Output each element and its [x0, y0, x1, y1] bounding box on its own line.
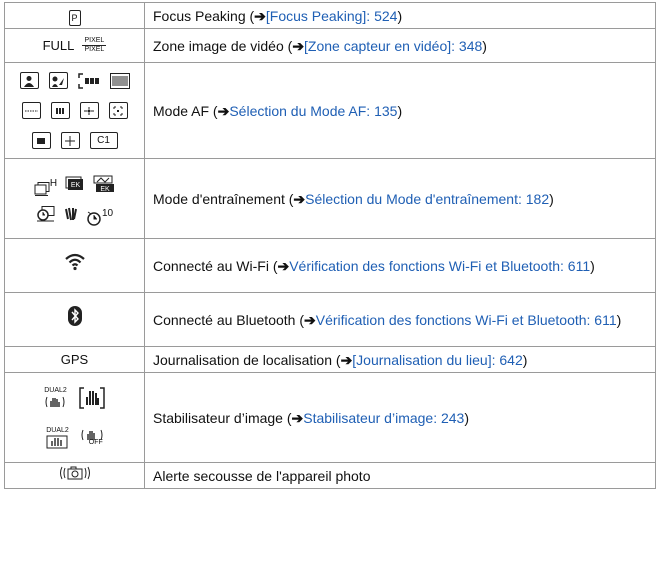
reference-link[interactable]: [Journalisation du lieu]: 642 [352, 352, 522, 368]
row-text: Mode d'entraînement ( [153, 190, 294, 207]
arrow-icon: ➔ [292, 37, 305, 54]
row-text: Stabilisateur d’image ( [153, 409, 292, 426]
table-row: Connecté au Wi-Fi (➔Vérification des fon… [4, 238, 656, 293]
225-area-icon [109, 72, 130, 89]
dual2-stabilizer-alt-icon: DUAL2 [46, 427, 69, 449]
table-row: Connecté au Bluetooth (➔Vérification des… [4, 292, 656, 347]
reference-link[interactable]: Sélection du Mode AF: 135 [229, 103, 397, 119]
description-cell: Connecté au Wi-Fi (➔Vérification des fon… [144, 238, 656, 293]
icon-cell [4, 462, 145, 489]
shake-alert-icon [59, 465, 91, 481]
table-row: C1 Mode AF (➔Sélection du Mode AF: 135) [4, 62, 656, 159]
focus-peaking-icon: P [68, 9, 81, 26]
dual2-stabilizer-icon: DUAL2 [44, 387, 67, 409]
burst-h-icon: H [34, 172, 57, 196]
full-icon: FULL [42, 37, 75, 53]
icon-reference-table: P Focus Peaking (➔[Focus Peaking]: 524) … [4, 2, 656, 489]
table-row: DUAL2 DUAL2 OFF Stabilisateur d’image (➔… [4, 372, 656, 463]
icon-cell: FULL PIXEL PIXEL [4, 28, 145, 63]
reference-link[interactable]: Vérification des fonctions Wi-Fi et Blue… [316, 312, 617, 328]
description-cell: Stabilisateur d’image (➔Stabilisateur d’… [144, 372, 656, 463]
icon-cell: C1 [4, 62, 145, 159]
arrow-icon: ➔ [254, 7, 266, 24]
description-cell: Focus Peaking (➔[Focus Peaking]: 524) [144, 2, 656, 29]
bluetooth-icon [67, 306, 82, 326]
tracking-icon [77, 72, 100, 89]
description-cell: Mode d'entraînement (➔Sélection du Mode … [144, 158, 656, 239]
pinpoint-icon [60, 132, 80, 149]
row-text: Zone image de vidéo ( [153, 37, 293, 54]
row-text-tail: ) [522, 351, 528, 368]
6k-photo-icon: EK [65, 176, 85, 192]
row-text-tail: ) [397, 102, 403, 119]
table-row: FULL PIXEL PIXEL Zone image de vidéo (➔[… [4, 28, 656, 63]
arrow-icon: ➔ [340, 351, 353, 368]
post-focus-icon: EK [93, 175, 115, 193]
icon-cell: DUAL2 DUAL2 OFF [4, 372, 145, 463]
description-cell: Connecté au Bluetooth (➔Vérification des… [144, 292, 656, 347]
row-text-tail: ) [616, 311, 622, 328]
row-text: Focus Peaking ( [153, 7, 255, 24]
silent-mode-icon [64, 207, 78, 221]
pixel-pixel-icon: PIXEL PIXEL [82, 37, 107, 54]
arrow-icon: ➔ [304, 311, 316, 328]
reference-link[interactable]: Stabilisateur d’image: 243 [303, 410, 464, 426]
gps-icon: GPS [60, 352, 89, 367]
face-eye-detection-icon [19, 72, 39, 89]
arrow-icon: ➔ [217, 102, 230, 119]
table-row: Alerte secousse de l'appareil photo [4, 462, 656, 489]
svg-text:EK: EK [71, 182, 81, 189]
row-text: Alerte secousse de l'appareil photo [153, 467, 371, 484]
reference-link[interactable]: [Zone capteur en vidéo]: 348 [304, 38, 482, 54]
wifi-icon [64, 253, 85, 271]
description-cell: Zone image de vidéo (➔[Zone capteur en v… [144, 28, 656, 63]
icon-cell: P [4, 2, 145, 29]
icon-cell: H EK EK 10 [4, 158, 145, 239]
reference-link[interactable]: Vérification des fonctions Wi-Fi et Blue… [289, 258, 590, 274]
reference-link[interactable]: Sélection du Mode d'entraînement: 182 [305, 191, 549, 207]
self-timer-burst-icon [36, 205, 56, 222]
arrow-icon: ➔ [293, 190, 306, 207]
arrow-icon: ➔ [291, 409, 304, 426]
table-row: P Focus Peaking (➔[Focus Peaking]: 524) [4, 2, 656, 29]
animal-detection-icon [48, 72, 68, 89]
icon-cell: GPS [4, 346, 145, 373]
description-cell: Journalisation de localisation (➔[Journa… [144, 346, 656, 373]
table-row: GPS Journalisation de localisation (➔[Jo… [4, 346, 656, 373]
1-area-plus-icon [108, 102, 128, 119]
icon-cell [4, 238, 145, 293]
self-timer-10-icon: 10 [86, 202, 113, 226]
zone-horizontal-icon [21, 102, 41, 119]
zone-square-icon [79, 102, 99, 119]
1-area-icon [31, 132, 51, 149]
svg-text:EK: EK [100, 186, 110, 193]
row-text: Connecté au Bluetooth ( [153, 311, 304, 328]
row-text: Journalisation de localisation ( [153, 351, 341, 368]
description-cell: Alerte secousse de l'appareil photo [144, 462, 656, 489]
custom-c1-icon: C1 [89, 132, 118, 149]
zone-icon [50, 102, 70, 119]
stabilizer-boxed-icon [79, 386, 105, 409]
row-text-tail: ) [482, 37, 487, 54]
table-row: H EK EK 10 Mode d'entraînement (➔Sélecti… [4, 158, 656, 239]
description-cell: Mode AF (➔Sélection du Mode AF: 135) [144, 62, 656, 159]
stabilizer-off-icon: OFF [81, 428, 103, 447]
row-text: Connecté au Wi-Fi ( [153, 257, 278, 274]
reference-link[interactable]: [Focus Peaking]: 524 [266, 8, 398, 24]
row-text-tail: ) [549, 190, 554, 207]
arrow-icon: ➔ [277, 257, 290, 274]
row-text: Mode AF ( [153, 102, 218, 119]
row-text-tail: ) [590, 257, 595, 274]
row-text-tail: ) [397, 7, 403, 24]
row-text-tail: ) [464, 409, 470, 426]
icon-cell [4, 292, 145, 347]
